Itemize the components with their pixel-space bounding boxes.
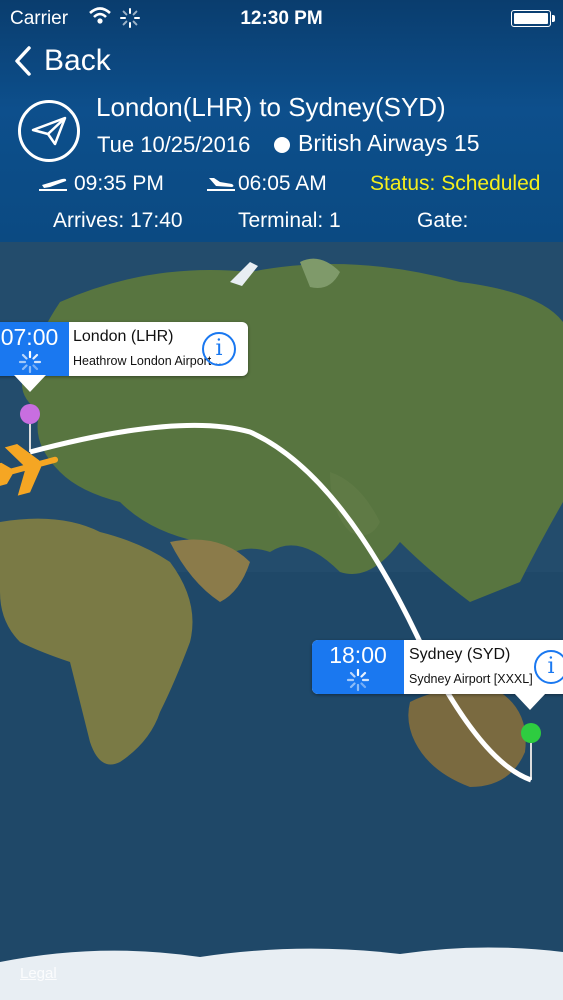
flight-status: Status: Scheduled: [370, 172, 541, 195]
loading-spinner-icon: [18, 350, 41, 374]
takeoff-icon: [38, 176, 68, 197]
paper-plane-icon: [18, 100, 80, 162]
destination-airport-name: Sydney Airport [XXXL]: [409, 672, 533, 686]
origin-pin[interactable]: [20, 404, 40, 424]
destination-callout[interactable]: 18:00 Sydney (SYD) Sydney Airport [XXXL]…: [312, 640, 563, 710]
battery-icon: [511, 10, 555, 27]
destination-pin[interactable]: [521, 723, 541, 743]
destination-airport-title: Sydney (SYD): [409, 646, 511, 663]
legal-link[interactable]: Legal: [20, 965, 57, 982]
arrives-time: Arrives: 17:40: [53, 209, 183, 232]
destination-local-time: 18:00: [329, 642, 387, 668]
terminal-number: Terminal: 1: [238, 209, 341, 232]
departure-time: 09:35 PM: [74, 172, 164, 195]
back-label: Back: [44, 44, 111, 77]
flight-route: London(LHR) to Sydney(SYD): [96, 92, 446, 122]
destination-info-button[interactable]: i: [534, 650, 563, 684]
status-bar: Carrier 12:30 PM: [0, 0, 563, 38]
flight-map[interactable]: 07:00 London (LHR) Heathrow London Airpo…: [0, 242, 563, 1000]
loading-spinner-icon: [346, 668, 370, 692]
gate-number: Gate:: [417, 209, 469, 232]
origin-airport-title: London (LHR): [73, 328, 174, 345]
origin-info-button[interactable]: i: [202, 332, 236, 366]
flight-date: Tue 10/25/2016: [97, 132, 251, 157]
chevron-left-icon: [15, 46, 31, 76]
origin-airport-name: Heathrow London Airport ...: [73, 354, 226, 368]
origin-callout[interactable]: 07:00 London (LHR) Heathrow London Airpo…: [0, 322, 248, 392]
arrival-time: 06:05 AM: [238, 172, 327, 195]
landing-icon: [206, 176, 236, 197]
flight-header: Carrier 12:30 PM Back London(LHR) to Syd…: [0, 0, 563, 242]
airline-dot-icon: [274, 137, 290, 153]
airline-flight-number: British Airways 15: [298, 130, 480, 156]
origin-local-time: 07:00: [0, 324, 59, 350]
clock: 12:30 PM: [240, 8, 323, 29]
back-button[interactable]: Back: [14, 44, 111, 78]
